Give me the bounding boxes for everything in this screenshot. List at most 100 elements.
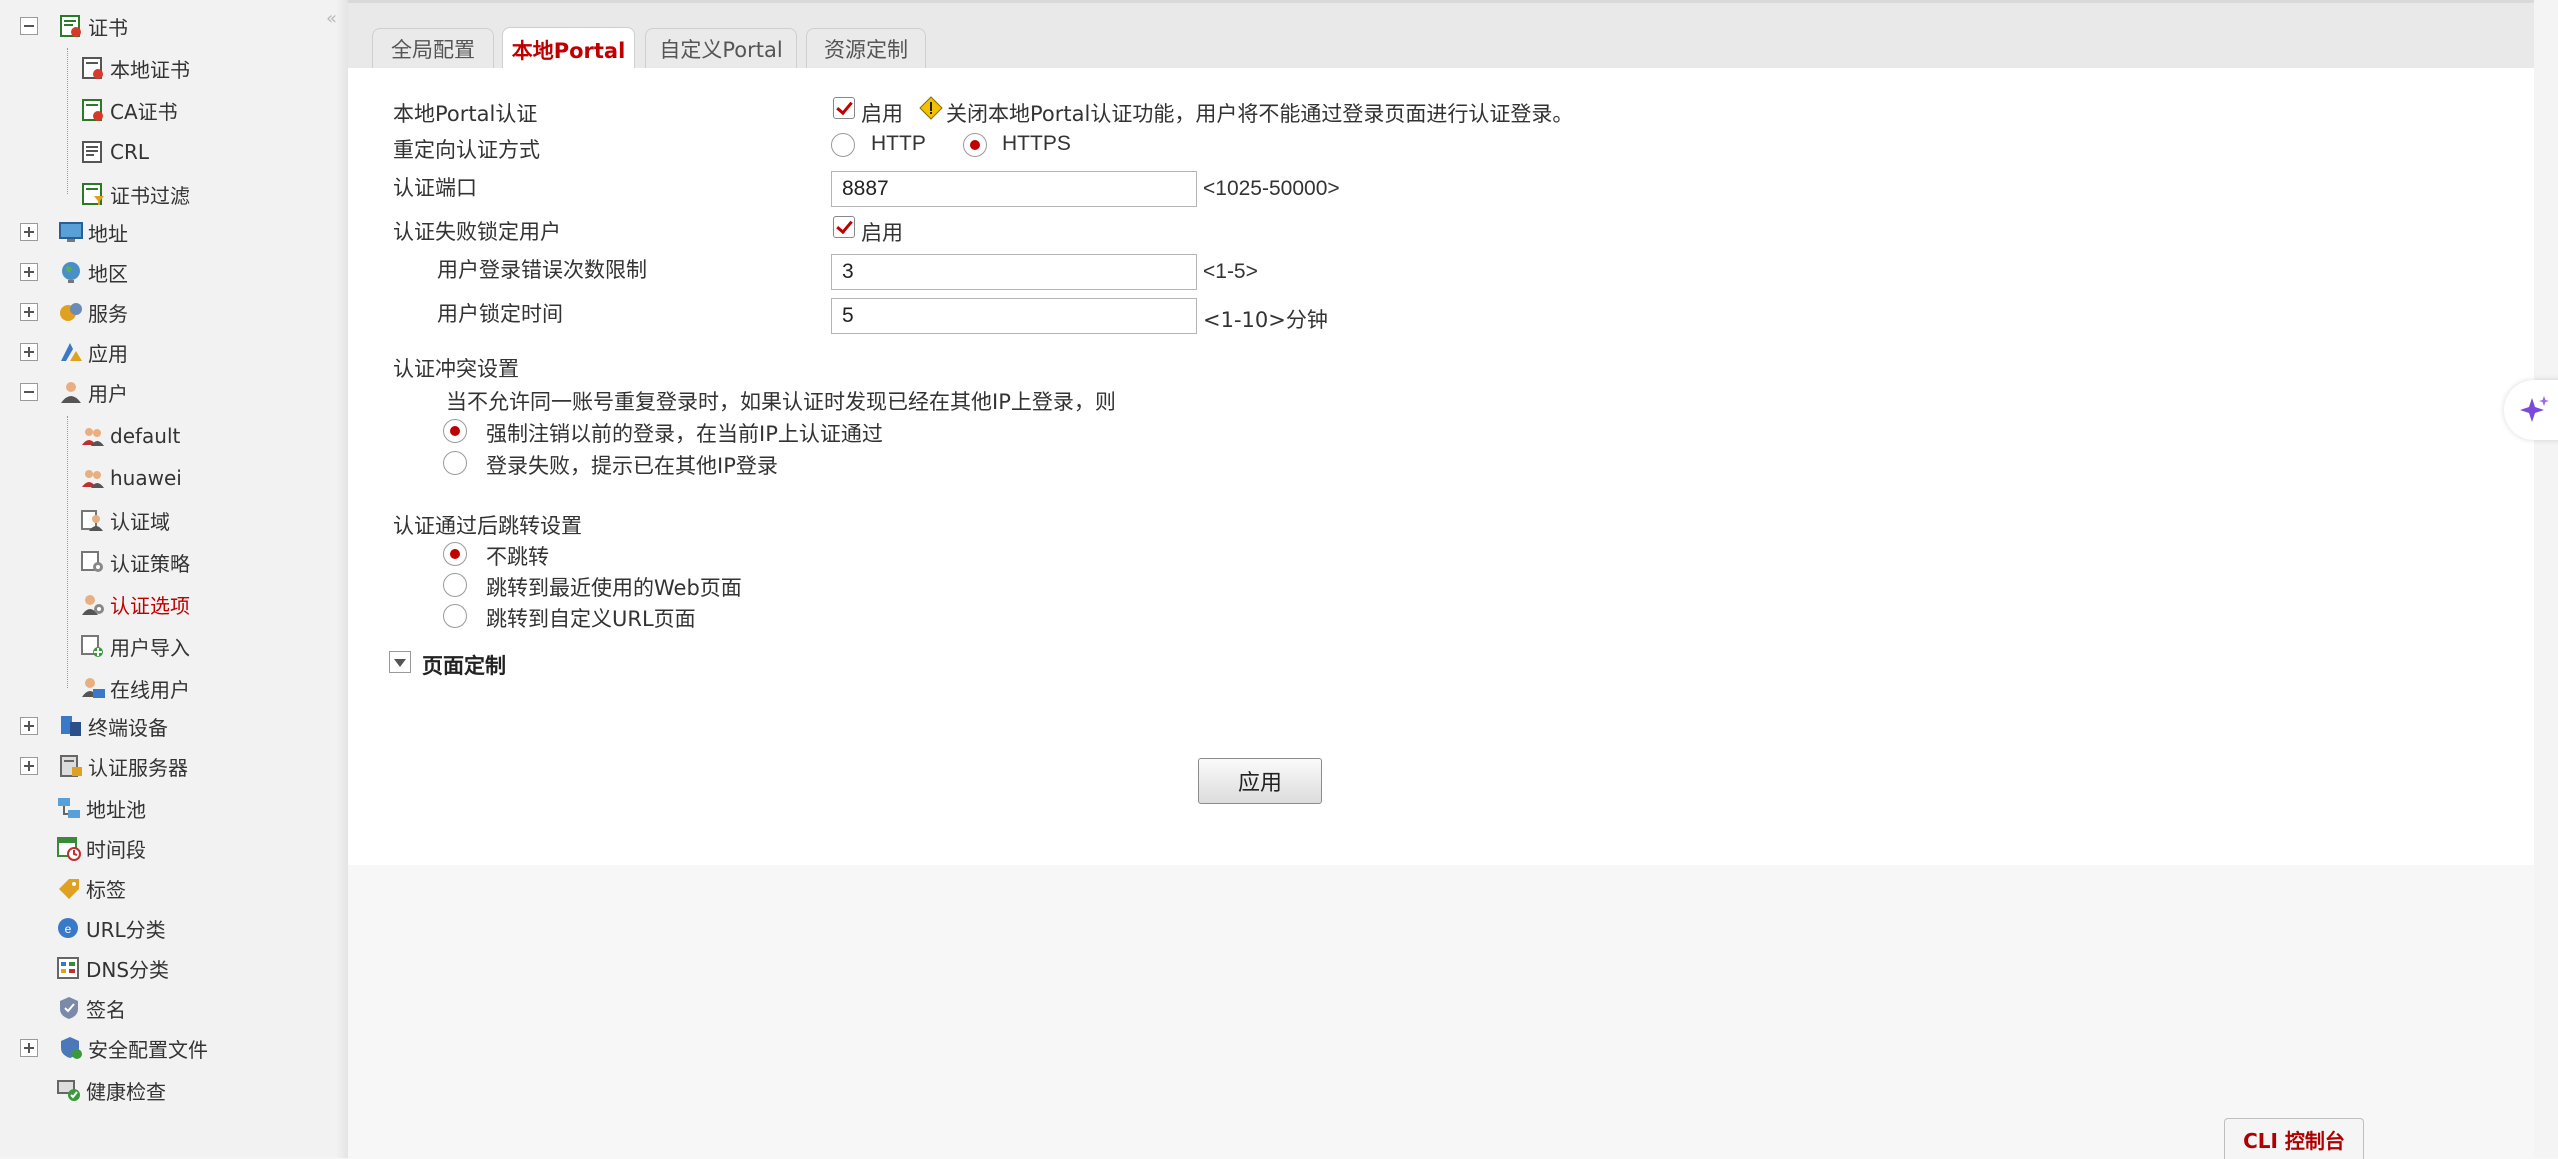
user-group-icon: [80, 423, 106, 449]
lock-time-input[interactable]: [831, 298, 1197, 334]
address-icon: [58, 219, 84, 245]
sidebar-item-label: URL分类: [86, 917, 166, 942]
sidebar-item-terminal-device[interactable]: 终端设备: [20, 708, 168, 744]
error-limit-range: <1-5>: [1203, 260, 1258, 283]
tab-global-config[interactable]: 全局配置: [372, 28, 494, 68]
sidebar-item-label: CRL: [110, 140, 150, 164]
expand-toggle-icon[interactable]: [20, 263, 38, 281]
sidebar-item-service[interactable]: 服务: [20, 294, 128, 330]
sidebar-item-label: 在线用户: [110, 677, 190, 702]
sidebar-item-address[interactable]: 地址: [20, 214, 128, 250]
collapse-toggle-icon[interactable]: [20, 17, 38, 35]
sidebar-item-label: 认证服务器: [88, 755, 188, 780]
sidebar-item-label: 本地证书: [110, 57, 190, 82]
error-limit-input[interactable]: [831, 254, 1197, 290]
ca-certificate-icon: [80, 97, 106, 123]
auth-port-input[interactable]: [831, 171, 1197, 207]
dns-category-icon: [56, 955, 82, 981]
service-icon: [58, 299, 84, 325]
page-custom-label[interactable]: 页面定制: [422, 650, 506, 680]
sidebar-item-user-default[interactable]: default: [80, 418, 180, 454]
sidebar-item-label: default: [110, 424, 181, 448]
auth-server-icon: [58, 753, 84, 779]
lock-time-label: 用户锁定时间: [437, 302, 563, 326]
auth-option-icon: [80, 591, 106, 617]
sidebar-item-auth-domain[interactable]: 认证域: [80, 502, 170, 538]
sidebar-item-time-range[interactable]: 时间段: [56, 830, 146, 866]
application-icon: [58, 339, 84, 365]
sidebar-item-url-category[interactable]: e URL分类: [56, 910, 166, 946]
security-profile-icon: [58, 1035, 84, 1061]
conflict-title: 认证冲突设置: [393, 357, 519, 381]
sidebar-item-label: 安全配置文件: [88, 1037, 208, 1062]
sidebar-item-tag[interactable]: 标签: [56, 870, 126, 906]
sidebar-item-user-huawei[interactable]: huawei: [80, 460, 182, 496]
sidebar-item-label: 用户: [88, 381, 128, 406]
sidebar-item-region[interactable]: 地区: [20, 254, 128, 290]
sidebar-item-crl[interactable]: CRL: [80, 134, 149, 170]
sidebar-item-certificate-filter[interactable]: 证书过滤: [80, 176, 190, 212]
conflict-force-logout-radio[interactable]: [443, 419, 467, 443]
expand-toggle-icon[interactable]: [20, 343, 38, 361]
redirect-after-title: 认证通过后跳转设置: [393, 514, 582, 538]
auth-domain-icon: [80, 507, 106, 533]
local-certificate-icon: [80, 55, 106, 81]
sidebar-item-dns-category[interactable]: DNS分类: [56, 950, 169, 986]
page-custom-toggle-icon[interactable]: [389, 651, 411, 673]
apply-button[interactable]: 应用: [1198, 758, 1322, 804]
sidebar-item-label: DNS分类: [86, 957, 170, 982]
sidebar-item-label: 应用: [88, 341, 128, 366]
time-range-icon: [56, 835, 82, 861]
sidebar-item-certificate[interactable]: 证书: [20, 8, 128, 44]
expand-toggle-icon[interactable]: [20, 757, 38, 775]
expand-toggle-icon[interactable]: [20, 1039, 38, 1057]
tag-icon: [56, 875, 82, 901]
tab-local-portal[interactable]: 本地Portal: [502, 27, 635, 71]
portal-auth-enable-label: 启用: [861, 102, 903, 126]
lock-time-range: <1-10>分钟: [1203, 308, 1328, 332]
redirect-http-radio[interactable]: [831, 133, 855, 157]
conflict-description: 当不允许同一账号重复登录时，如果认证时发现已经在其他IP上登录，则: [446, 390, 1116, 414]
sidebar-item-application[interactable]: 应用: [20, 334, 128, 370]
portal-auth-warning: 关闭本地Portal认证功能，用户将不能通过登录页面进行认证登录。: [946, 102, 1574, 126]
sidebar-item-security-profile[interactable]: 安全配置文件: [20, 1030, 208, 1066]
sidebar-item-user[interactable]: 用户: [20, 374, 128, 410]
svg-text:e: e: [65, 922, 72, 936]
sidebar-item-signature[interactable]: 签名: [56, 990, 126, 1026]
sidebar-item-auth-policy[interactable]: 认证策略: [80, 544, 190, 580]
sidebar-item-label: 时间段: [86, 837, 146, 862]
error-limit-label: 用户登录错误次数限制: [437, 258, 647, 282]
expand-toggle-icon[interactable]: [20, 717, 38, 735]
collapse-toggle-icon[interactable]: [20, 383, 38, 401]
main-content: 本地Portal认证 启用 关闭本地Portal认证功能，用户将不能通过登录页面…: [348, 68, 2534, 865]
sidebar-item-label: 用户导入: [110, 635, 190, 660]
tab-custom-portal[interactable]: 自定义Portal: [645, 28, 797, 68]
conflict-login-fail-radio[interactable]: [443, 451, 467, 475]
sidebar-item-address-pool[interactable]: 地址池: [56, 790, 146, 826]
auth-policy-icon: [80, 549, 106, 575]
cli-console-button[interactable]: CLI 控制台: [2224, 1118, 2364, 1159]
sidebar-item-label: 认证策略: [110, 551, 190, 576]
ai-assistant-button[interactable]: [2504, 380, 2558, 440]
portal-auth-checkbox[interactable]: [833, 97, 855, 119]
tab-resource-custom[interactable]: 资源定制: [806, 28, 926, 68]
redirect-http-label: HTTP: [871, 132, 926, 155]
sidebar-item-ca-certificate[interactable]: CA证书: [80, 92, 178, 128]
expand-toggle-icon[interactable]: [20, 303, 38, 321]
expand-toggle-icon[interactable]: [20, 223, 38, 241]
redirect-custom-url-radio[interactable]: [443, 604, 467, 628]
sidebar-item-user-import[interactable]: 用户导入: [80, 628, 190, 664]
sidebar-item-label: 终端设备: [88, 715, 168, 740]
sidebar-item-label: 标签: [86, 877, 126, 902]
lock-user-checkbox[interactable]: [833, 216, 855, 238]
sidebar-item-local-certificate[interactable]: 本地证书: [80, 50, 190, 86]
redirect-none-radio[interactable]: [443, 542, 467, 566]
user-import-icon: [80, 633, 106, 659]
lock-user-enable-label: 启用: [861, 221, 903, 245]
sidebar-item-auth-server[interactable]: 认证服务器: [20, 748, 188, 784]
sidebar-item-online-user[interactable]: 在线用户: [80, 670, 190, 706]
redirect-recent-web-radio[interactable]: [443, 573, 467, 597]
sidebar-item-health-check[interactable]: 健康检查: [56, 1072, 166, 1108]
sidebar-item-auth-option[interactable]: 认证选项: [80, 586, 190, 622]
redirect-https-radio[interactable]: [963, 133, 987, 157]
